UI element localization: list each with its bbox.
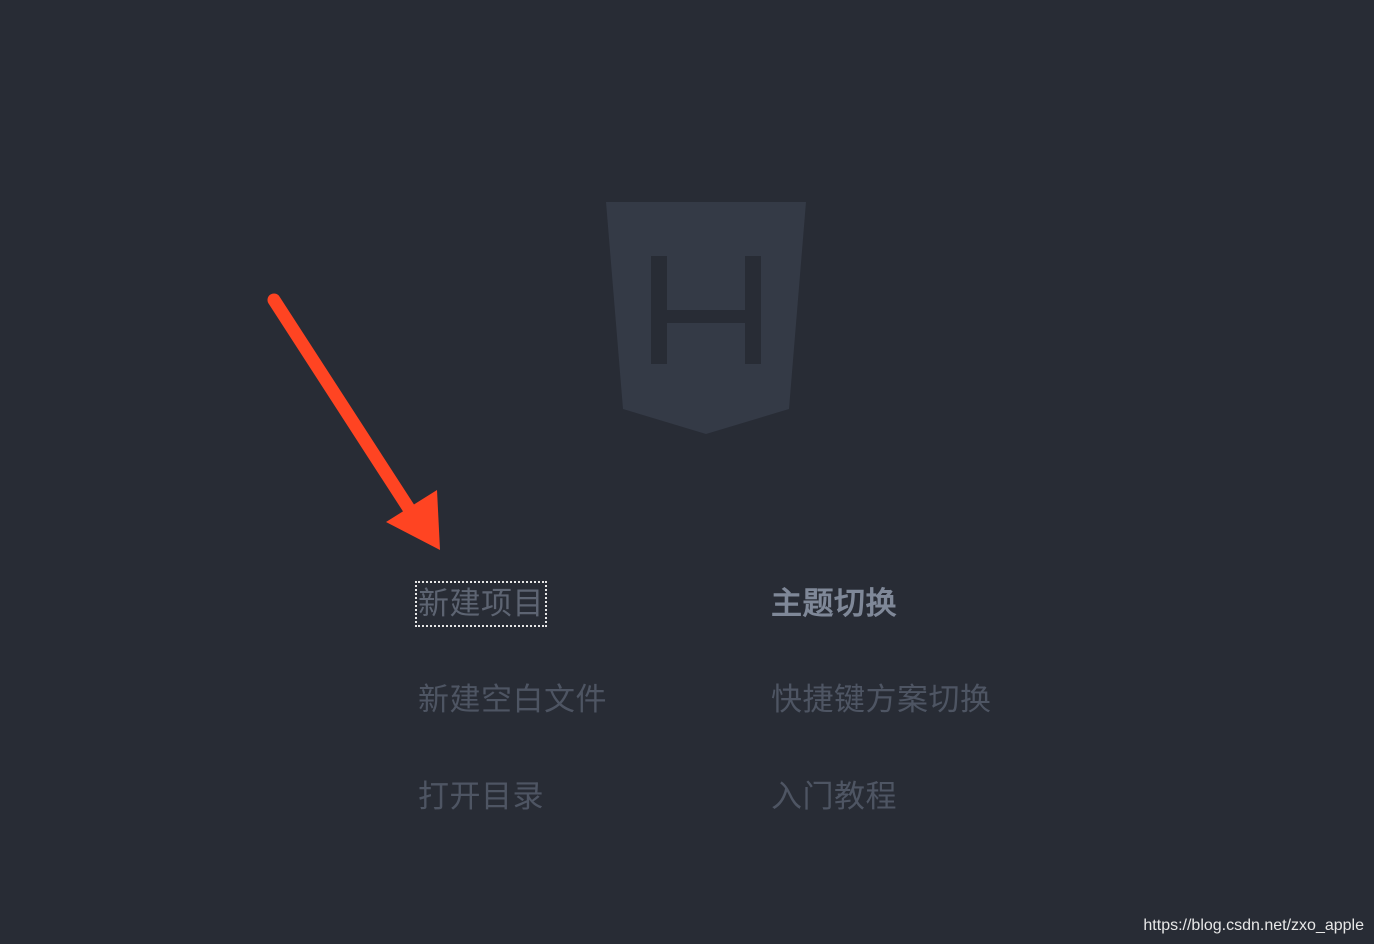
watermark-text: https://blog.csdn.net/zxo_apple [1143, 917, 1364, 934]
new-blank-file-link[interactable]: 新建空白文件 [418, 680, 607, 720]
welcome-screen: H 新建项目 新建空白文件 打开目录 主题切换 快捷键方案切换 入门教程 htt… [0, 0, 1374, 944]
theme-switch-link[interactable]: 主题切换 [771, 584, 897, 624]
tutorial-link[interactable]: 入门教程 [771, 777, 897, 817]
red-arrow-icon [267, 293, 440, 550]
open-directory-link[interactable]: 打开目录 [418, 777, 544, 817]
new-project-link[interactable]: 新建项目 [415, 581, 547, 627]
shortcut-scheme-link[interactable]: 快捷键方案切换 [771, 680, 992, 720]
hbuilder-shield-icon: H [606, 202, 806, 434]
